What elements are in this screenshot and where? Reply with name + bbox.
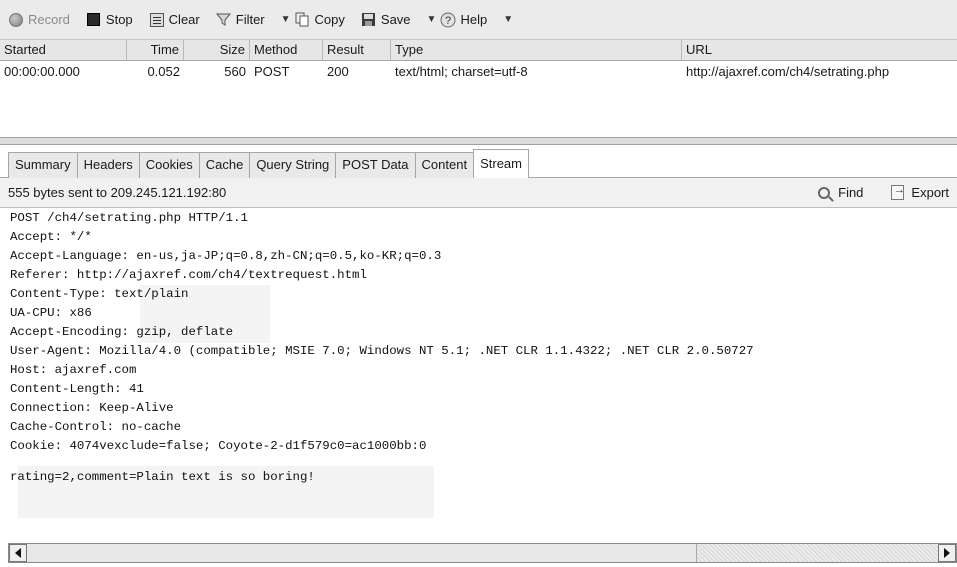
stop-label: Stop bbox=[105, 12, 133, 27]
tab-cookies[interactable]: Cookies bbox=[138, 152, 200, 178]
tab-post-data[interactable]: POST Data bbox=[335, 152, 416, 178]
copy-dropdown-arrow-icon[interactable]: ▼ bbox=[281, 14, 291, 25]
svg-text:?: ? bbox=[445, 15, 451, 27]
cell-type: text/html; charset=utf-8 bbox=[395, 64, 528, 79]
scrollbar-track[interactable] bbox=[697, 544, 938, 562]
find-button[interactable]: Find bbox=[816, 185, 863, 201]
column-time[interactable]: Time bbox=[127, 40, 184, 61]
cell-result: 200 bbox=[327, 64, 349, 79]
column-url[interactable]: URL bbox=[682, 40, 957, 61]
column-method[interactable]: Method bbox=[250, 40, 323, 61]
stop-icon bbox=[86, 12, 102, 28]
cell-size: 560 bbox=[224, 64, 246, 79]
stream-line: User-Agent: Mozilla/4.0 (compatible; MSI… bbox=[10, 344, 754, 358]
help-icon: ? bbox=[440, 12, 456, 28]
save-button[interactable]: Save bbox=[361, 12, 411, 28]
stream-line: POST /ch4/setrating.php HTTP/1.1 bbox=[10, 211, 248, 225]
help-dropdown-arrow-icon[interactable]: ▼ bbox=[503, 14, 513, 25]
tab-stream[interactable]: Stream bbox=[473, 149, 529, 178]
stream-line: Accept-Language: en-us,ja-JP;q=0.8,zh-CN… bbox=[10, 249, 442, 263]
export-icon bbox=[889, 184, 905, 201]
tab-summary[interactable]: Summary bbox=[8, 152, 78, 178]
stream-line: Content-Type: text/plain bbox=[10, 287, 189, 301]
stream-line: Host: ajaxref.com bbox=[10, 363, 137, 377]
cell-method: POST bbox=[254, 64, 290, 79]
bytes-sent-text: 555 bytes sent to 209.245.121.192:80 bbox=[8, 185, 227, 200]
find-label: Find bbox=[838, 185, 864, 200]
help-button[interactable]: ? Help bbox=[440, 12, 487, 28]
copy-icon bbox=[295, 12, 311, 28]
copy-button[interactable]: Copy bbox=[295, 12, 345, 28]
stop-button[interactable]: Stop bbox=[86, 12, 133, 28]
clear-icon bbox=[149, 12, 165, 28]
stream-line: UA-CPU: x86 bbox=[10, 306, 92, 320]
stream-line: Accept: */* bbox=[10, 230, 92, 244]
magnifier-icon bbox=[816, 185, 832, 201]
tab-cache[interactable]: Cache bbox=[198, 152, 251, 178]
tab-strip: Summary Headers Cookies Cache Query Stri… bbox=[8, 148, 529, 178]
scrollbar-thumb[interactable] bbox=[27, 544, 697, 562]
cell-time: 0.052 bbox=[147, 64, 180, 79]
record-button[interactable]: Record bbox=[8, 12, 70, 28]
filter-label: Filter bbox=[235, 12, 265, 27]
stream-line: Cache-Control: no-cache bbox=[10, 420, 182, 434]
tab-query-string[interactable]: Query String bbox=[249, 152, 337, 178]
filter-icon bbox=[216, 12, 232, 28]
table-row[interactable]: 00:00:00.000 0.052 560 POST 200 text/htm… bbox=[0, 62, 957, 82]
clear-button[interactable]: Clear bbox=[149, 12, 200, 28]
save-label: Save bbox=[380, 12, 411, 27]
request-body: rating=2,comment=Plain text is so boring… bbox=[10, 470, 315, 484]
stream-line: Content-Length: 41 bbox=[10, 382, 144, 396]
record-icon bbox=[8, 12, 24, 28]
stream-line: Accept-Encoding: gzip, deflate bbox=[10, 325, 234, 339]
scroll-right-button[interactable] bbox=[938, 544, 956, 562]
export-label: Export bbox=[911, 185, 949, 200]
column-result[interactable]: Result bbox=[323, 40, 391, 61]
save-dropdown-arrow-icon[interactable]: ▼ bbox=[427, 14, 437, 25]
cell-url: http://ajaxref.com/ch4/setrating.php bbox=[686, 64, 890, 79]
request-grid-header: Started Time Size Method Result Type URL bbox=[0, 40, 957, 61]
horizontal-scrollbar[interactable] bbox=[8, 543, 957, 563]
help-label: Help bbox=[460, 12, 488, 27]
clear-label: Clear bbox=[168, 12, 200, 27]
column-started[interactable]: Started bbox=[0, 40, 127, 61]
stream-content[interactable]: POST /ch4/setrating.php HTTP/1.1 Accept:… bbox=[10, 209, 955, 542]
stream-info-bar: 555 bytes sent to 209.245.121.192:80 Fin… bbox=[0, 178, 957, 208]
tab-headers[interactable]: Headers bbox=[76, 152, 140, 178]
record-label: Record bbox=[28, 12, 70, 27]
arrow-right-icon bbox=[944, 548, 950, 558]
pane-splitter[interactable] bbox=[0, 137, 957, 145]
stream-line: Connection: Keep-Alive bbox=[10, 401, 174, 415]
stream-line: Referer: http://ajaxref.com/ch4/textrequ… bbox=[10, 268, 367, 282]
cell-started: 00:00:00.000 bbox=[4, 64, 80, 79]
column-type[interactable]: Type bbox=[391, 40, 682, 61]
tab-content[interactable]: Content bbox=[414, 152, 475, 178]
copy-label: Copy bbox=[314, 12, 345, 27]
column-size[interactable]: Size bbox=[184, 40, 250, 61]
save-icon bbox=[361, 12, 377, 28]
export-button[interactable]: Export bbox=[889, 184, 949, 201]
arrow-left-icon bbox=[15, 548, 21, 558]
scroll-left-button[interactable] bbox=[9, 544, 27, 562]
filter-button[interactable]: Filter bbox=[216, 12, 265, 28]
stream-line: Cookie: 4074vexclude=false; Coyote-2-d1f… bbox=[10, 439, 427, 453]
toolbar: Record Stop Clear Filter ▼ Copy Save ▼ ?… bbox=[0, 0, 957, 40]
